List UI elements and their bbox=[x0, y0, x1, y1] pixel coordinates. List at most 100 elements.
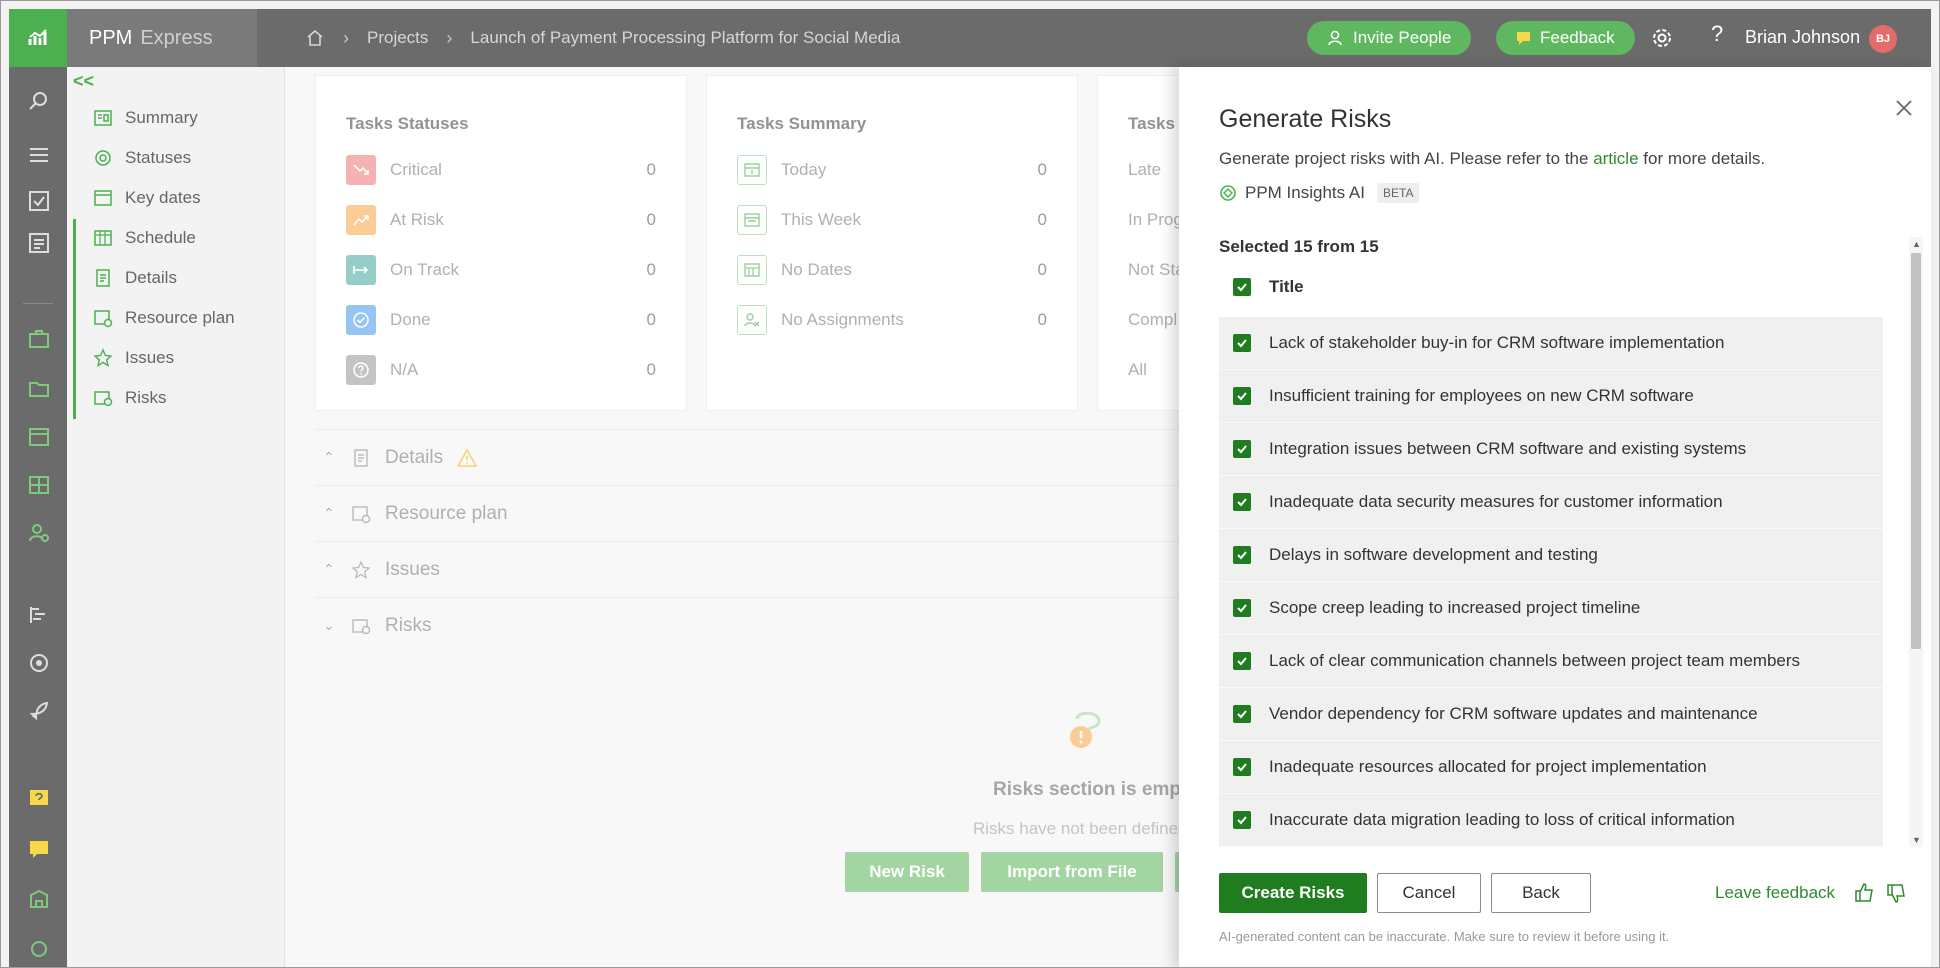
select-all-row[interactable]: Title bbox=[1233, 277, 1304, 297]
risk-row[interactable]: Vendor dependency for CRM software updat… bbox=[1219, 688, 1883, 741]
nav-item-key-dates[interactable]: Key dates bbox=[93, 183, 201, 213]
nav-item-risks[interactable]: Risks bbox=[93, 383, 167, 413]
chat-icon[interactable] bbox=[27, 837, 51, 861]
home-icon[interactable] bbox=[305, 28, 325, 48]
nav-item-issues[interactable]: Issues bbox=[93, 343, 174, 373]
account-icon[interactable] bbox=[27, 937, 51, 961]
building-icon[interactable] bbox=[27, 887, 51, 911]
add-user-icon bbox=[1328, 30, 1342, 46]
brand-title: PPM bbox=[89, 26, 133, 49]
chart-logo-icon bbox=[28, 29, 47, 45]
generate-risks-panel: Generate Risks Generate project risks wi… bbox=[1179, 67, 1931, 967]
risk-checkbox[interactable] bbox=[1233, 652, 1251, 670]
risk-row[interactable]: Delays in software development and testi… bbox=[1219, 529, 1883, 582]
risk-title: Vendor dependency for CRM software updat… bbox=[1269, 704, 1758, 723]
nav-item-label: Key dates bbox=[125, 188, 201, 207]
breadcrumb-projects[interactable]: Projects bbox=[367, 28, 428, 48]
panel-title: Generate Risks bbox=[1219, 105, 1392, 133]
selection-count: Selected 15 from 15 bbox=[1219, 237, 1379, 256]
nav-item-details[interactable]: Details bbox=[93, 263, 177, 293]
rocket-icon[interactable] bbox=[27, 699, 51, 723]
app-window: PPM Express › Projects › Launch of Payme… bbox=[0, 0, 1940, 968]
project-icon[interactable] bbox=[27, 425, 51, 449]
folder-icon[interactable] bbox=[27, 377, 51, 401]
brand-name: PPM Express bbox=[67, 9, 257, 67]
help-icon[interactable]: ? bbox=[1711, 21, 1723, 47]
risk-row[interactable]: Scope creep leading to increased project… bbox=[1219, 582, 1883, 635]
risk-row[interactable]: Inadequate resources allocated for proje… bbox=[1219, 741, 1883, 794]
chevron-right-icon: › bbox=[343, 27, 349, 48]
scroll-down-icon[interactable]: ▼ bbox=[1912, 835, 1921, 845]
nav-item-label: Schedule bbox=[125, 228, 196, 247]
risk-title: Inadequate resources allocated for proje… bbox=[1269, 757, 1707, 776]
select-all-checkbox[interactable] bbox=[1233, 278, 1251, 296]
menu-icon[interactable] bbox=[27, 143, 51, 167]
grid-icon[interactable] bbox=[27, 473, 51, 497]
article-link[interactable]: article bbox=[1593, 149, 1638, 168]
nav-item-statuses[interactable]: Statuses bbox=[93, 143, 191, 173]
scroll-up-icon[interactable]: ▲ bbox=[1912, 239, 1921, 249]
tasks-icon[interactable] bbox=[27, 189, 51, 213]
app-logo[interactable] bbox=[9, 9, 67, 67]
gear-icon[interactable] bbox=[1649, 25, 1675, 51]
notes-icon[interactable] bbox=[27, 231, 51, 255]
insights-icon[interactable] bbox=[27, 651, 51, 675]
leave-feedback-link[interactable]: Leave feedback bbox=[1715, 883, 1835, 903]
user-name[interactable]: Brian Johnson bbox=[1745, 27, 1860, 48]
beta-badge: BETA bbox=[1377, 183, 1420, 203]
avatar[interactable]: BJ bbox=[1869, 25, 1897, 53]
roadmap-icon[interactable] bbox=[27, 603, 51, 627]
risk-row[interactable]: Inadequate data security measures for cu… bbox=[1219, 476, 1883, 529]
modal-overlay[interactable] bbox=[285, 67, 1179, 967]
nav-item-label: Risks bbox=[125, 388, 167, 407]
resource-plan-icon bbox=[94, 310, 113, 328]
nav-item-resource-plan[interactable]: Resource plan bbox=[93, 303, 235, 333]
question-icon[interactable] bbox=[27, 787, 51, 811]
risk-checkbox[interactable] bbox=[1233, 546, 1251, 564]
breadcrumb-project[interactable]: Launch of Payment Processing Platform fo… bbox=[470, 28, 900, 48]
risk-checkbox[interactable] bbox=[1233, 440, 1251, 458]
close-icon[interactable] bbox=[1893, 97, 1915, 119]
risk-title: Lack of stakeholder buy-in for CRM softw… bbox=[1269, 333, 1725, 352]
search-icon[interactable] bbox=[27, 89, 51, 113]
chevron-right-icon: › bbox=[446, 27, 453, 48]
risk-row[interactable]: Lack of clear communication channels bet… bbox=[1219, 635, 1883, 688]
risk-checkbox[interactable] bbox=[1233, 705, 1251, 723]
risk-checkbox[interactable] bbox=[1233, 758, 1251, 776]
cancel-button[interactable]: Cancel bbox=[1377, 873, 1481, 913]
summary-icon bbox=[94, 110, 112, 126]
risk-row[interactable]: Lack of stakeholder buy-in for CRM softw… bbox=[1219, 317, 1883, 370]
risk-row[interactable]: Inaccurate data migration leading to los… bbox=[1219, 794, 1883, 847]
nav-item-label: Statuses bbox=[125, 148, 192, 167]
feedback-button[interactable]: Feedback bbox=[1496, 21, 1635, 55]
schedule-icon bbox=[94, 230, 112, 246]
statuses-icon bbox=[95, 150, 111, 166]
back-button[interactable]: Back bbox=[1491, 873, 1591, 913]
invite-people-button[interactable]: Invite People bbox=[1307, 21, 1472, 55]
nav-item-label: Issues bbox=[125, 348, 175, 367]
nav-item-schedule[interactable]: Schedule bbox=[93, 223, 196, 253]
create-risks-button[interactable]: Create Risks bbox=[1219, 873, 1367, 913]
risk-checkbox[interactable] bbox=[1233, 599, 1251, 617]
risk-row[interactable]: Insufficient training for employees on n… bbox=[1219, 370, 1883, 423]
ai-name: PPM Insights AI bbox=[1245, 183, 1365, 202]
risk-checkbox[interactable] bbox=[1233, 811, 1251, 829]
nav-item-label: Details bbox=[125, 268, 177, 287]
thumbs-up-icon[interactable] bbox=[1853, 881, 1875, 903]
risk-row[interactable]: Integration issues between CRM software … bbox=[1219, 423, 1883, 476]
app-rail bbox=[9, 67, 67, 967]
scrollbar-thumb[interactable] bbox=[1911, 253, 1921, 649]
thumbs-down-icon[interactable] bbox=[1885, 883, 1907, 905]
column-title: Title bbox=[1269, 277, 1304, 296]
brand-subtitle: Express bbox=[140, 26, 213, 49]
resource-icon[interactable] bbox=[27, 521, 51, 545]
nav-item-summary[interactable]: Summary bbox=[93, 103, 198, 133]
active-indicator bbox=[73, 219, 76, 419]
collapse-nav-button[interactable]: << bbox=[73, 71, 94, 92]
portfolio-icon[interactable] bbox=[27, 327, 51, 351]
ai-logo-icon bbox=[1220, 185, 1236, 201]
risk-checkbox[interactable] bbox=[1233, 387, 1251, 405]
risk-checkbox[interactable] bbox=[1233, 334, 1251, 352]
risk-checkbox[interactable] bbox=[1233, 493, 1251, 511]
intro-text: Generate project risks with AI. Please r… bbox=[1219, 149, 1594, 168]
